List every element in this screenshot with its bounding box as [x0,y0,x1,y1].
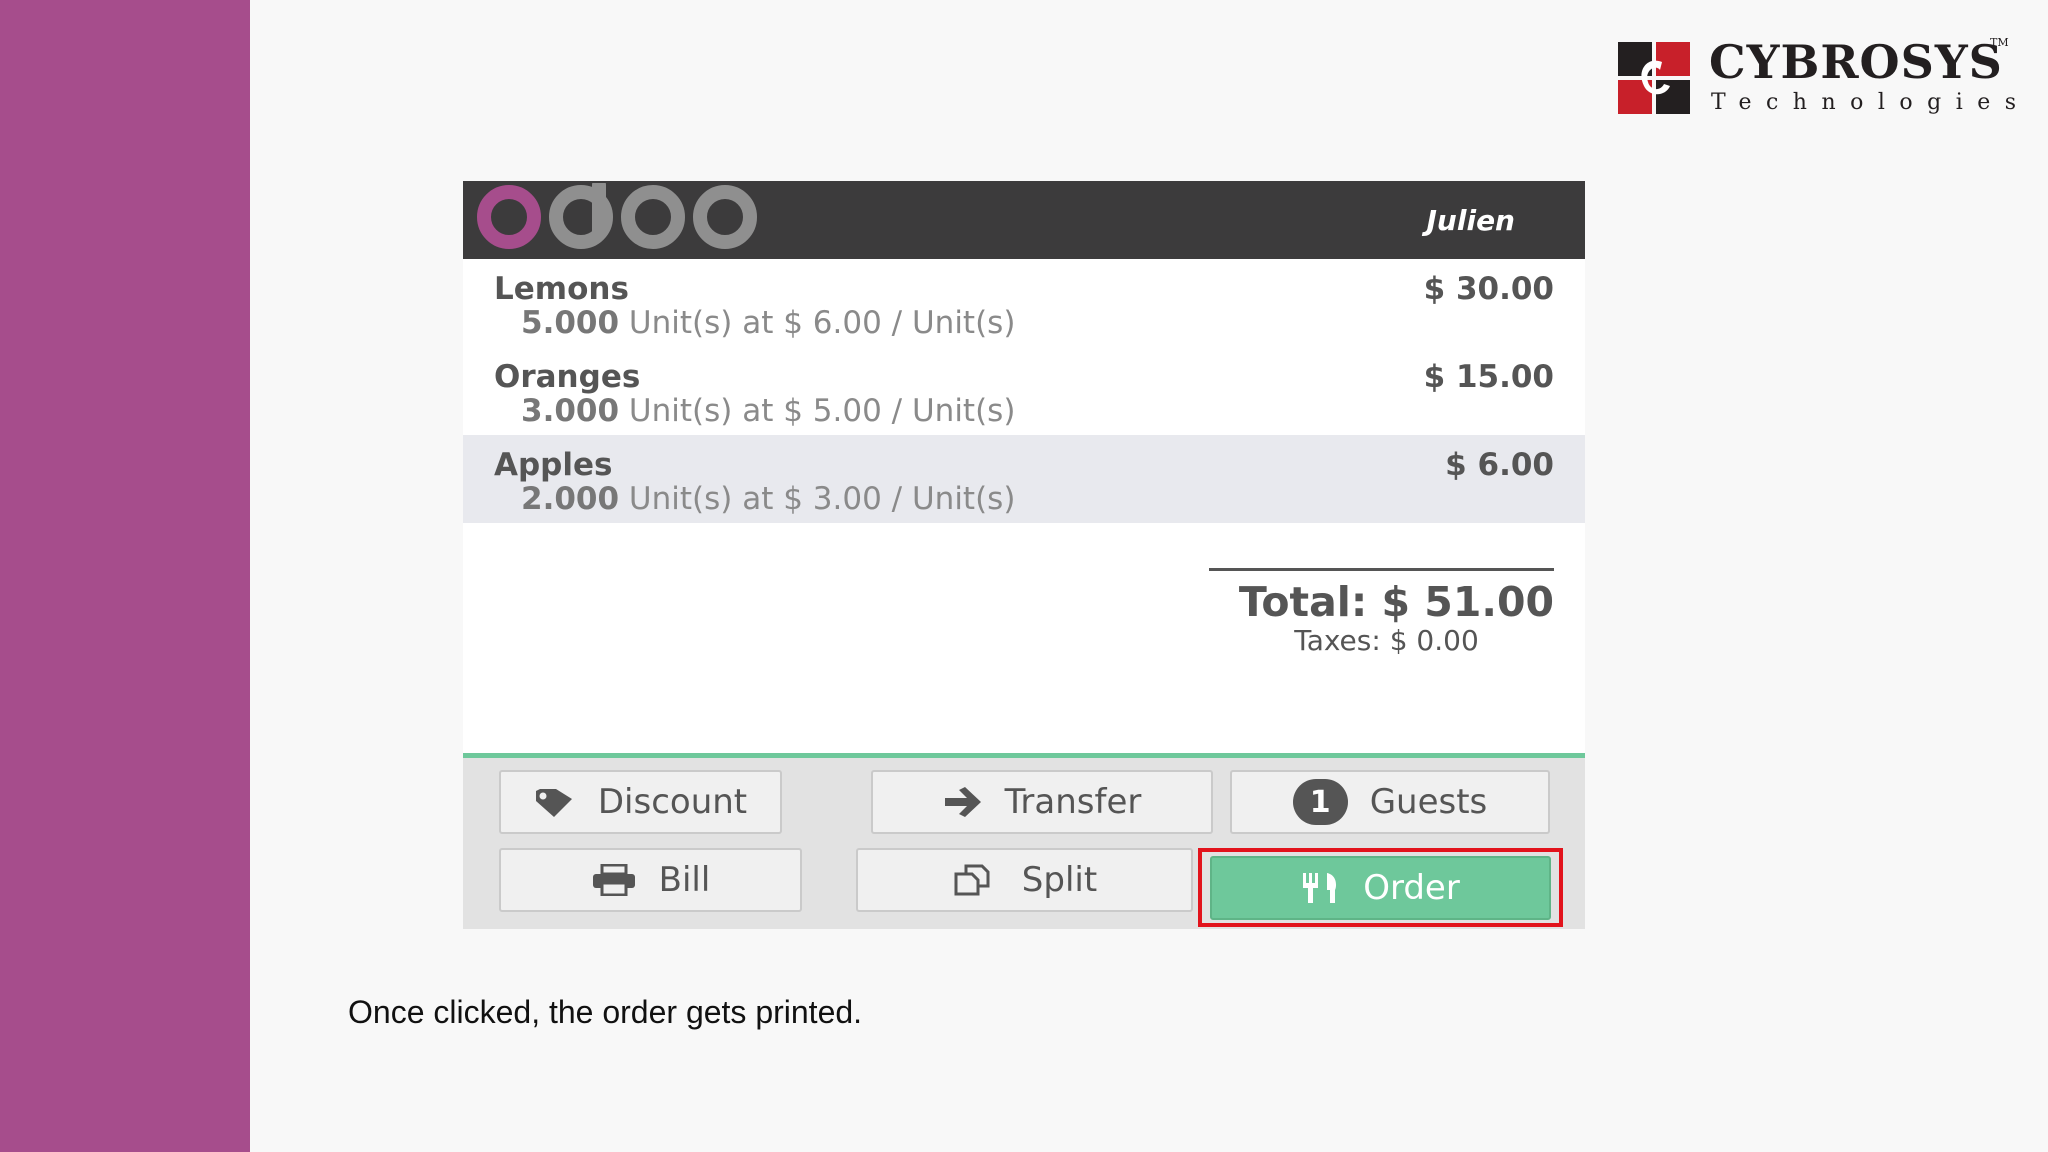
guests-button[interactable]: 1 Guests [1230,770,1550,834]
line-quantity: 5.000 [521,305,620,341]
discount-label: Discount [597,782,748,822]
printer-icon [592,864,635,896]
line-price: $ 30.00 [1423,271,1554,307]
guest-count-badge: 1 [1292,779,1348,825]
transfer-button[interactable]: Transfer [871,770,1213,834]
bill-label: Bill [658,860,711,900]
brand-trademark: TM [1990,36,2009,49]
order-button-highlight [1198,848,1563,927]
product-name: Oranges [494,359,641,395]
pos-header: Julien [463,181,1585,259]
line-unit-text: Unit(s) at $ 3.00 / Unit(s) [628,481,1016,517]
product-name: Apples [494,447,613,483]
brand-tagline: Technologies [1711,90,2031,115]
order-taxes: Taxes: $ 0.00 [1294,624,1479,657]
order-total: Total: $ 51.00 [1238,578,1554,626]
line-quantity: 3.000 [521,393,620,429]
cashier-name[interactable]: Julien [1427,204,1515,237]
guests-label: Guests [1369,782,1488,822]
order-lines: Lemons $ 30.00 5.000 Unit(s) at $ 6.00 /… [463,259,1585,523]
line-info: 2.000 Unit(s) at $ 3.00 / Unit(s) [521,481,1015,517]
split-label: Split [1021,860,1098,900]
product-name: Lemons [494,271,629,307]
transfer-label: Transfer [1004,782,1142,822]
line-info: 5.000 Unit(s) at $ 6.00 / Unit(s) [521,305,1015,341]
line-quantity: 2.000 [521,481,620,517]
cybrosys-mark-icon [1618,42,1690,114]
split-button[interactable]: Split [856,848,1193,912]
brand-name: CYBROSYS [1709,35,2003,89]
line-info: 3.000 Unit(s) at $ 5.00 / Unit(s) [521,393,1015,429]
slide-side-bar [0,0,250,1152]
copy-icon [954,864,990,896]
line-price: $ 6.00 [1445,447,1554,483]
order-line[interactable]: Oranges $ 15.00 3.000 Unit(s) at $ 5.00 … [463,347,1585,435]
discount-button[interactable]: Discount [499,770,782,834]
bill-button[interactable]: Bill [499,848,802,912]
pos-screen: Julien Lemons $ 30.00 5.000 Unit(s) at $… [463,181,1585,929]
slide-caption: Once clicked, the order gets printed. [348,994,863,1030]
line-unit-text: Unit(s) at $ 6.00 / Unit(s) [628,305,1016,341]
tag-icon [535,789,572,817]
summary-divider [1209,568,1554,571]
order-summary: Total: $ 51.00 Taxes: $ 0.00 [1209,568,1554,657]
line-price: $ 15.00 [1423,359,1554,395]
control-buttons: Discount Transfer 1 Guests Bill Split Or… [463,753,1585,929]
order-line-selected[interactable]: Apples $ 6.00 2.000 Unit(s) at $ 3.00 / … [463,435,1585,523]
order-line[interactable]: Lemons $ 30.00 5.000 Unit(s) at $ 6.00 /… [463,259,1585,347]
arrow-right-icon [944,787,981,817]
odoo-logo [477,183,757,249]
line-unit-text: Unit(s) at $ 5.00 / Unit(s) [628,393,1016,429]
cybrosys-logo: CYBROSYS TM Technologies [1618,35,2016,122]
